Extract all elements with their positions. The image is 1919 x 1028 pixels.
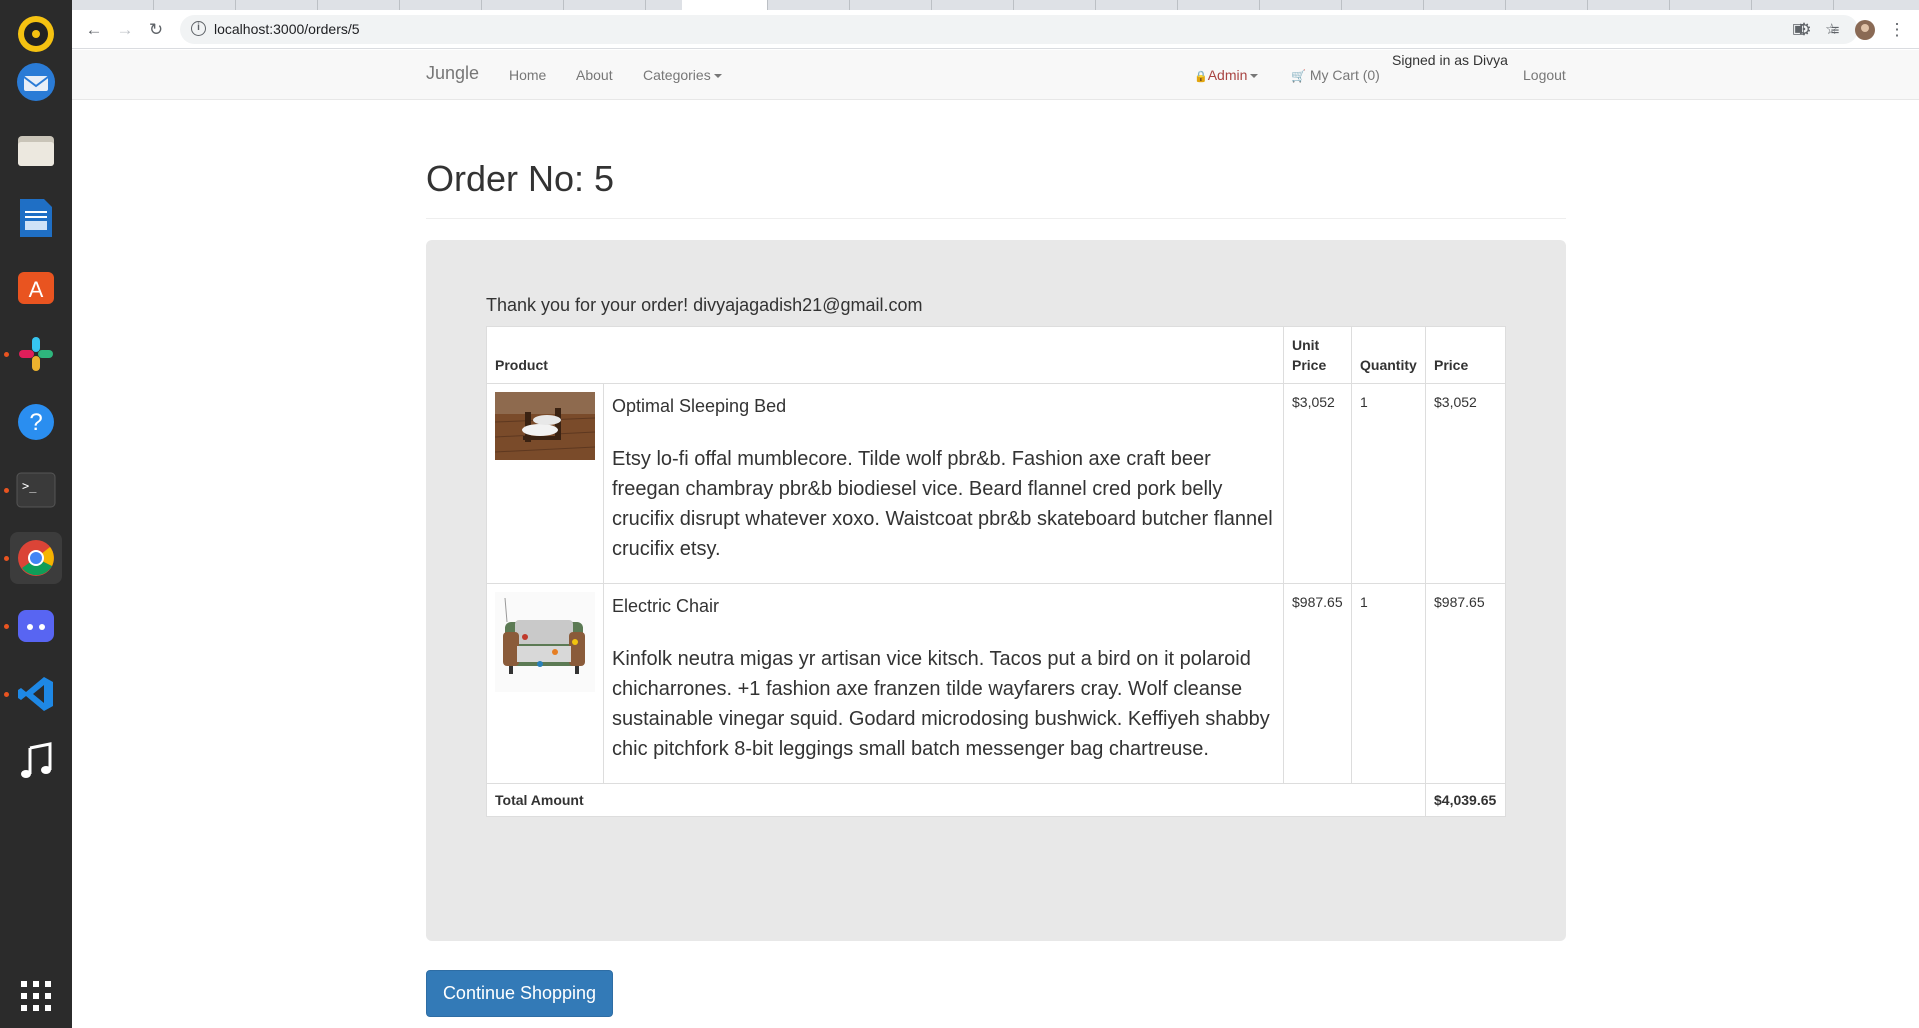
nav-admin-dropdown[interactable]: 🔒Admin [1194, 67, 1259, 83]
browser-tab[interactable] [236, 0, 318, 10]
signed-in-text: Signed in as Divya [1392, 52, 1508, 68]
product-name[interactable]: Optimal Sleeping Bed [612, 396, 1275, 417]
browser-tab[interactable] [154, 0, 236, 10]
browser-tab[interactable] [850, 0, 932, 10]
browser-tab[interactable] [1588, 0, 1670, 10]
unit-price: $987.65 [1283, 583, 1352, 784]
header-price: Price [1425, 326, 1506, 384]
svg-text:A: A [29, 277, 44, 302]
extensions-icon[interactable]: ⚙ [1792, 18, 1816, 42]
browser-tab[interactable] [932, 0, 1014, 10]
lock-icon: 🔒 [1194, 71, 1208, 83]
cart-icon: 🛒 [1291, 69, 1306, 83]
table-row: Optimal Sleeping Bed Etsy lo-fi offal mu… [486, 383, 1506, 584]
unit-price: $3,052 [1283, 383, 1352, 584]
caret-down-icon [713, 74, 722, 79]
brand-link[interactable]: Jungle [426, 63, 479, 84]
svg-text:?: ? [29, 409, 42, 436]
nav-cart-label: My Cart (0) [1309, 67, 1380, 83]
title-divider [426, 218, 1566, 219]
nav-home[interactable]: Home [509, 67, 546, 83]
nav-about[interactable]: About [576, 67, 613, 83]
browser-tab[interactable] [482, 0, 564, 10]
address-bar[interactable]: i localhost:3000/orders/5 ☆ ▣ [180, 15, 1858, 44]
app-grid-icon[interactable] [10, 970, 62, 1022]
nav-admin-label: Admin [1207, 67, 1248, 83]
site-info-icon[interactable]: i [191, 21, 206, 36]
app-center-icon[interactable]: A [10, 260, 62, 312]
site-navbar: Jungle Home About Categories 🔒Admin 🛒 My… [72, 50, 1919, 100]
table-row: Electric Chair Kinfolk neutra migas yr a… [486, 583, 1506, 784]
product-info-cell: Electric Chair Kinfolk neutra migas yr a… [603, 583, 1284, 784]
vscode-icon[interactable] [10, 668, 62, 720]
browser-tab[interactable] [564, 0, 646, 10]
product-image-cell [486, 583, 604, 784]
browser-tab[interactable] [1424, 0, 1506, 10]
profile-avatar-icon[interactable] [1853, 18, 1877, 42]
reload-icon[interactable]: ↻ [144, 18, 168, 42]
help-icon[interactable]: ? [10, 396, 62, 448]
writer-icon[interactable] [10, 192, 62, 244]
caret-down-icon [1250, 74, 1259, 79]
chrome-icon[interactable] [10, 532, 62, 584]
thunderbird-icon[interactable] [10, 56, 62, 108]
browser-tab[interactable] [1260, 0, 1342, 10]
browser-tab[interactable] [768, 0, 850, 10]
thank-you-message: Thank you for your order! divyajagadish2… [486, 295, 923, 315]
product-image-chair [495, 592, 595, 692]
order-panel: Thank you for your order! divyajagadish2… [426, 240, 1566, 941]
nav-categories-dropdown[interactable]: Categories [643, 67, 722, 83]
line-price: $987.65 [1425, 583, 1506, 784]
url-text[interactable]: localhost:3000/orders/5 [214, 21, 360, 37]
line-price: $3,052 [1425, 383, 1506, 584]
header-unit-price: Unit Price [1283, 326, 1352, 384]
browser-tab[interactable] [1014, 0, 1096, 10]
product-image-bed [494, 392, 596, 460]
browser-tab[interactable] [1506, 0, 1588, 10]
table-header-row: Product Unit Price Quantity Price [486, 326, 1506, 384]
browser-tab[interactable] [318, 0, 400, 10]
files-icon[interactable] [10, 124, 62, 176]
rhythmbox-icon[interactable] [10, 8, 62, 60]
total-label: Total Amount [486, 783, 1426, 817]
music-icon[interactable] [10, 736, 62, 788]
product-image-cell [486, 383, 604, 584]
header-quantity: Quantity [1351, 326, 1426, 384]
page-title: Order No: 5 [426, 158, 615, 199]
svg-text:>_: >_ [22, 479, 37, 493]
browser-tabstrip [72, 0, 1919, 10]
total-value: $4,039.65 [1425, 783, 1506, 817]
product-name[interactable]: Electric Chair [612, 596, 1275, 617]
nav-logout[interactable]: Logout [1523, 67, 1566, 83]
product-description: Etsy lo-fi offal mumblecore. Tilde wolf … [612, 448, 1273, 560]
browser-tab[interactable] [1342, 0, 1424, 10]
ubuntu-dock: A ? >_ [0, 0, 72, 1028]
menu-kebab-icon[interactable]: ⋮ [1885, 18, 1909, 42]
quantity: 1 [1351, 383, 1426, 584]
quantity: 1 [1351, 583, 1426, 784]
nav-categories-label: Categories [643, 67, 711, 83]
product-info-cell: Optimal Sleeping Bed Etsy lo-fi offal mu… [603, 383, 1284, 584]
header-product: Product [486, 326, 1284, 384]
continue-shopping-button[interactable]: Continue Shopping [426, 970, 613, 1017]
browser-tab[interactable] [72, 0, 154, 10]
browser-tab[interactable] [1670, 0, 1752, 10]
browser-tab[interactable] [1096, 0, 1178, 10]
browser-tab[interactable] [1178, 0, 1260, 10]
terminal-icon[interactable]: >_ [10, 464, 62, 516]
slack-icon[interactable] [10, 328, 62, 380]
discord-icon[interactable] [10, 600, 62, 652]
browser-tab[interactable] [1752, 0, 1834, 10]
product-description: Kinfolk neutra migas yr artisan vice kit… [612, 648, 1270, 760]
browser-tab-active[interactable] [682, 0, 768, 10]
order-table: Product Unit Price Quantity Price Optima… [486, 326, 1506, 817]
browser-tab[interactable] [400, 0, 482, 10]
media-control-icon[interactable]: ≡ [1823, 18, 1847, 42]
total-row: Total Amount $4,039.65 [486, 783, 1506, 817]
nav-cart[interactable]: 🛒 My Cart (0) [1291, 67, 1380, 83]
forward-icon[interactable]: → [113, 18, 137, 42]
browser-toolbar: ← → ↻ i localhost:3000/orders/5 ☆ ▣ ⚙ ≡ … [72, 10, 1919, 49]
back-icon[interactable]: ← [82, 18, 106, 42]
